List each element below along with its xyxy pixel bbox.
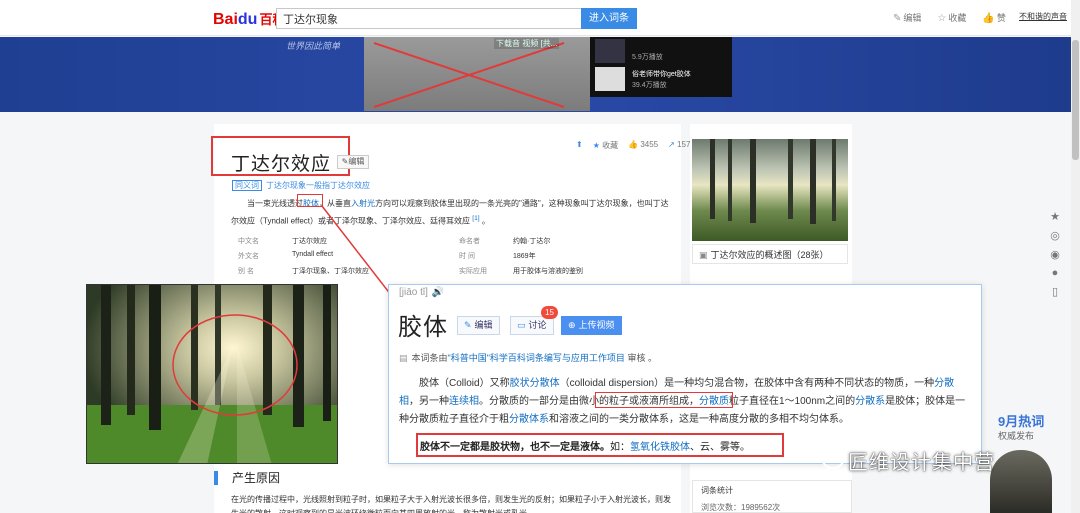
plus-icon: ⊕	[568, 320, 576, 330]
pencil-icon: ✎	[464, 320, 472, 330]
review-project-link[interactable]: "科普中国"科学百科词条编写与应用工作项目	[448, 353, 625, 363]
document-icon: ▤	[399, 353, 408, 363]
entry-stats: 词条统计 浏览次数：1989562次	[692, 480, 852, 513]
upload-video-button[interactable]: ⊕ 上传视频	[561, 316, 622, 335]
discuss-count-badge: 15	[541, 306, 558, 319]
particle-highlight-box	[595, 392, 733, 408]
weibo-icon[interactable]: ◎	[1050, 229, 1060, 242]
iron-hydroxide-link[interactable]: 氢氧化铁胶体	[630, 442, 690, 453]
hot-words-sub: 权威发布	[998, 431, 1035, 441]
chat-icon: ▭	[517, 320, 526, 330]
speaker-icon[interactable]: 🔊	[432, 287, 444, 298]
watermark-text: 匠维设计集中营	[848, 452, 995, 474]
key-point: 胶体不一定都是胶状物，也不一定是液体。如：氢氧化铁胶体、云、雾等。	[420, 442, 750, 453]
wechat-icon[interactable]: ●	[1052, 267, 1059, 279]
popup-edit-button[interactable]: ✎ 编辑	[457, 316, 500, 335]
watermark-figure	[990, 450, 1052, 513]
mobile-icon[interactable]: ▯	[1052, 285, 1058, 298]
qq-icon[interactable]: ◉	[1050, 248, 1060, 261]
popup-title: 胶体	[398, 314, 448, 341]
hot-words-title[interactable]: 9月热词	[998, 411, 1044, 430]
star-icon[interactable]: ★	[1050, 210, 1060, 223]
pinyin: [jiāo tǐ] 🔊	[399, 287, 445, 298]
floating-share-bar: ★ ◎ ◉ ● ▯	[1046, 210, 1064, 298]
colloid-popup-card: [jiāo tǐ] 🔊 胶体 ✎ 编辑 ▭ 讨论 15 ⊕ 上传视频 ▤ 本词条由"科普中…	[388, 284, 982, 464]
review-note: ▤ 本词条由"科普中国"科学百科词条编写与应用工作项目 审核 。	[399, 353, 657, 363]
